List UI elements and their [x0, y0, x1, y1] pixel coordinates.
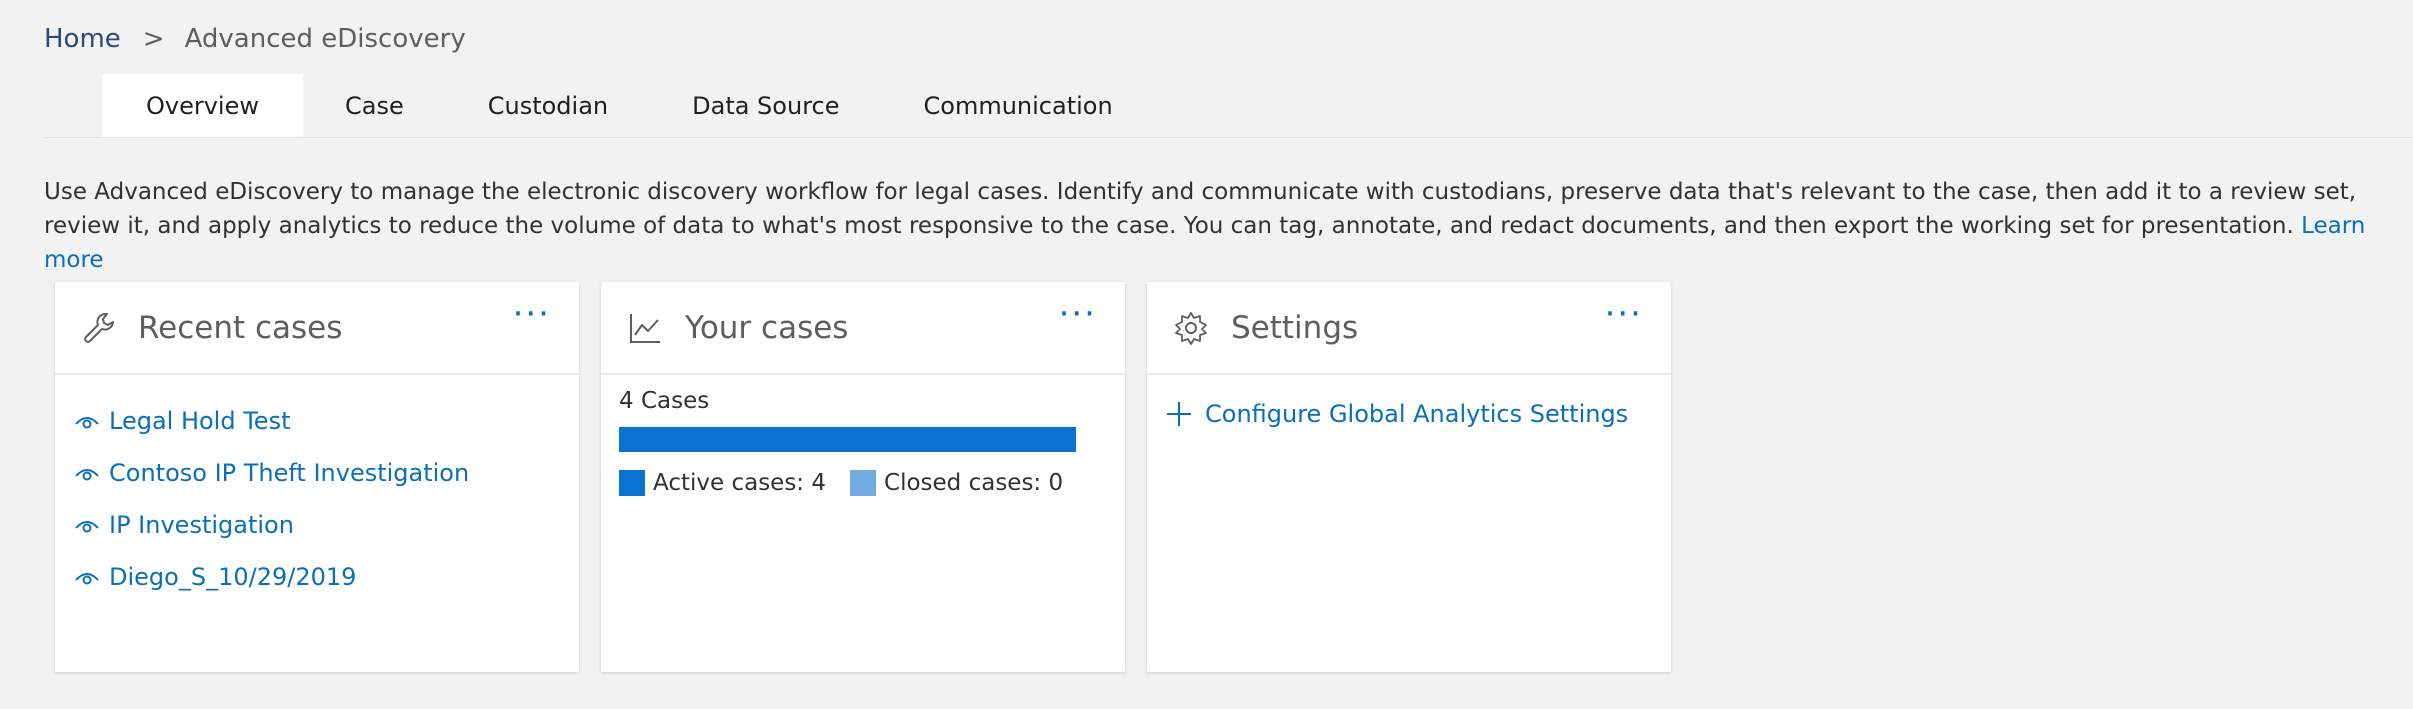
closed-cases-label: Closed cases: 0	[884, 470, 1064, 496]
your-cases-card: Your cases ··· 4 Cases Active cases: 4 C…	[601, 282, 1125, 672]
list-item[interactable]: Diego_S_10/29/2019	[73, 551, 469, 603]
more-options-button[interactable]: ···	[1605, 294, 1643, 334]
card-title: Your cases	[685, 310, 849, 346]
eye-icon	[75, 573, 99, 585]
eye-icon	[75, 417, 99, 429]
breadcrumb-home-link[interactable]: Home	[44, 24, 121, 54]
recent-cases-list: Legal Hold Test Contoso IP Theft Investi…	[73, 395, 469, 603]
active-cases-label: Active cases: 4	[653, 470, 827, 496]
card-header: Recent cases ···	[55, 282, 579, 375]
more-options-button[interactable]: ···	[1059, 294, 1097, 334]
recent-case-link[interactable]: Legal Hold Test	[109, 407, 290, 435]
tab-case[interactable]: Case	[303, 74, 446, 138]
breadcrumb: Home > Advanced eDiscovery	[44, 22, 466, 56]
closed-legend-swatch	[850, 470, 877, 496]
recent-cases-card: Recent cases ··· Legal Hold Test Contoso…	[55, 282, 579, 672]
recent-case-link[interactable]: Diego_S_10/29/2019	[109, 563, 356, 591]
card-title: Recent cases	[138, 310, 343, 346]
tab-communication[interactable]: Communication	[882, 74, 1155, 138]
plus-icon	[1167, 402, 1191, 426]
page-description: Use Advanced eDiscovery to manage the el…	[44, 175, 2404, 277]
recent-case-link[interactable]: IP Investigation	[109, 511, 294, 539]
tab-data-source[interactable]: Data Source	[650, 74, 881, 138]
eye-icon	[75, 521, 99, 533]
list-item[interactable]: IP Investigation	[73, 499, 469, 551]
list-item[interactable]: Legal Hold Test	[73, 395, 469, 447]
card-title: Settings	[1231, 310, 1359, 346]
configure-analytics-label[interactable]: Configure Global Analytics Settings	[1205, 400, 1628, 428]
tab-overview[interactable]: Overview	[102, 74, 303, 138]
settings-card: Settings ··· Configure Global Analytics …	[1147, 282, 1671, 672]
recent-case-link[interactable]: Contoso IP Theft Investigation	[109, 459, 469, 487]
list-item[interactable]: Contoso IP Theft Investigation	[73, 447, 469, 499]
cases-legend: Active cases: 4 Closed cases: 0	[619, 470, 1063, 496]
active-cases-bar-fill	[619, 427, 1076, 452]
more-options-button[interactable]: ···	[513, 294, 551, 334]
breadcrumb-separator: >	[142, 24, 165, 54]
configure-analytics-link[interactable]: Configure Global Analytics Settings	[1165, 400, 1628, 428]
description-text: Use Advanced eDiscovery to manage the el…	[44, 179, 2357, 239]
wrench-icon	[81, 310, 117, 346]
line-chart-icon	[627, 310, 663, 346]
active-legend-swatch	[619, 470, 645, 496]
tab-bar: Overview Case Custodian Data Source Comm…	[102, 74, 1155, 138]
cases-count: 4 Cases	[619, 388, 710, 414]
eye-icon	[75, 469, 99, 481]
cases-bar	[619, 427, 1076, 452]
card-header: Settings ···	[1147, 282, 1671, 375]
tab-divider	[44, 137, 2413, 138]
breadcrumb-current: Advanced eDiscovery	[184, 24, 466, 54]
gear-icon	[1173, 310, 1209, 346]
tab-custodian[interactable]: Custodian	[446, 74, 650, 138]
card-header: Your cases ···	[601, 282, 1125, 375]
